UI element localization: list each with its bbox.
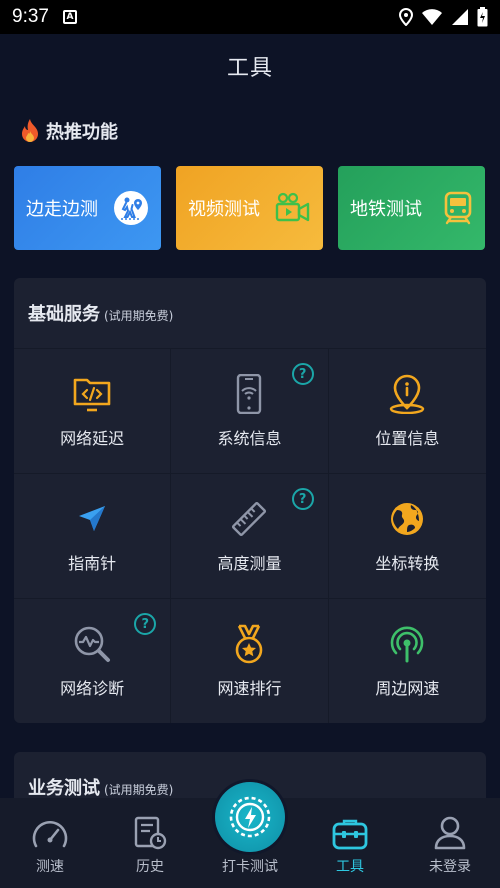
tool-network-latency[interactable]: 网络延迟 (14, 348, 172, 473)
magnifier-pulse-icon (74, 626, 111, 662)
tool-label: 高度测量 (217, 554, 282, 573)
business-tests-title: 业务测试 (试用期免费) (28, 774, 173, 800)
nav-label: 工具 (336, 859, 364, 875)
ruler-icon (232, 501, 267, 537)
subway-train-icon (444, 191, 472, 225)
hot-cards: 边走边测 视频测试 地铁测试 (14, 166, 486, 250)
checkin-test-button[interactable] (215, 782, 285, 852)
nav-checkin-test[interactable]: 打卡测试 (200, 782, 300, 888)
tool-label: 周边网速 (375, 679, 440, 698)
tool-location-info[interactable]: 位置信息 (328, 348, 486, 473)
help-icon[interactable]: ? (134, 613, 157, 635)
location-icon (399, 8, 413, 26)
tool-label: 指南针 (68, 554, 117, 573)
tool-altitude-measure[interactable]: ? 高度测量 (171, 473, 329, 598)
nav-tools[interactable]: 工具 (300, 798, 400, 888)
status-time: 9:37 (12, 6, 49, 27)
tool-system-info[interactable]: ? 系统信息 (171, 348, 329, 473)
location-pin-icon (390, 374, 425, 414)
user-icon (434, 816, 466, 850)
basic-services-panel: 基础服务 (试用期免费) 网络延迟 ? 系统信息 位置信息 指南针 ? 高度测量… (14, 278, 486, 723)
nav-label: 测速 (36, 859, 64, 875)
wifi-icon (422, 9, 442, 25)
tool-compass[interactable]: 指南针 (14, 473, 172, 598)
walking-map-icon (114, 191, 148, 225)
code-folder-icon (73, 378, 111, 412)
tool-coordinate-convert[interactable]: 坐标转换 (328, 473, 486, 598)
hot-heading-label: 热推功能 (46, 122, 118, 143)
battery-icon (477, 7, 488, 27)
section-subtitle: (试用期免费) (104, 309, 174, 323)
nav-account[interactable]: 未登录 (400, 798, 500, 888)
nav-label: 历史 (136, 859, 164, 875)
basic-services-title: 基础服务 (试用期免费) (28, 300, 173, 326)
history-document-icon (134, 816, 167, 850)
speedometer-icon (32, 820, 68, 848)
nav-speed-test[interactable]: 测速 (0, 798, 100, 888)
phone-wifi-icon (237, 374, 262, 414)
status-bar: 9:37 A (0, 0, 500, 34)
lightning-gauge-icon (229, 796, 271, 838)
hot-card-walk-test[interactable]: 边走边测 (14, 166, 161, 250)
tool-network-diagnosis[interactable]: ? 网络诊断 (14, 598, 172, 723)
tool-label: 位置信息 (375, 429, 440, 448)
globe-icon (391, 503, 424, 535)
hot-heading: 热推功能 (20, 118, 118, 144)
fire-icon (22, 119, 38, 142)
notification-icon: A (62, 10, 77, 24)
tool-label: 系统信息 (217, 429, 282, 448)
help-icon[interactable]: ? (291, 488, 314, 510)
basic-services-grid: 网络延迟 ? 系统信息 位置信息 指南针 ? 高度测量 坐标转换 ? 网络诊断 … (14, 348, 486, 723)
status-icons (399, 7, 488, 27)
page-title: 工具 (226, 56, 273, 81)
help-icon[interactable]: ? (291, 363, 314, 385)
nav-label: 未登录 (429, 859, 471, 875)
compass-arrow-icon (79, 506, 106, 531)
tool-speed-ranking[interactable]: 网速排行 (171, 598, 329, 723)
tool-label: 网速排行 (217, 679, 282, 698)
hot-card-video-test[interactable]: 视频测试 (176, 166, 323, 250)
section-subtitle: (试用期免费) (104, 783, 174, 797)
section-title: 业务测试 (28, 778, 100, 799)
tool-label: 坐标转换 (375, 554, 440, 573)
tool-label: 网络延迟 (60, 429, 125, 448)
tool-nearby-speed[interactable]: 周边网速 (328, 598, 486, 723)
toolbox-icon (332, 819, 368, 850)
signal-icon (452, 9, 468, 25)
video-camera-icon (275, 192, 310, 222)
hot-card-label: 地铁测试 (350, 199, 422, 220)
nav-label: 打卡测试 (222, 859, 278, 875)
bottom-nav: 测速 历史 打卡测试 工具 未登录 (0, 782, 500, 888)
antenna-signal-icon (391, 626, 424, 663)
tool-label: 网络诊断 (60, 679, 125, 698)
hot-card-label: 视频测试 (188, 199, 260, 220)
medal-icon (236, 624, 263, 664)
nav-history[interactable]: 历史 (100, 798, 200, 888)
hot-card-label: 边走边测 (26, 199, 98, 220)
hot-card-subway-test[interactable]: 地铁测试 (338, 166, 485, 250)
section-title: 基础服务 (28, 304, 100, 325)
